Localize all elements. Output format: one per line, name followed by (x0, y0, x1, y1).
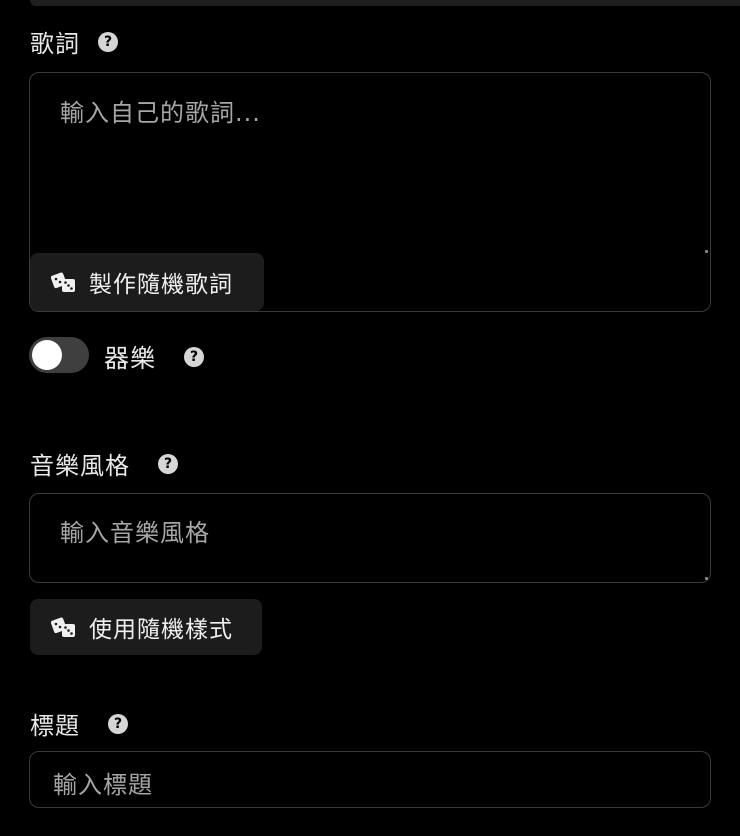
instrumental-label: 器樂 (104, 344, 157, 373)
resize-handle[interactable] (705, 250, 708, 253)
help-icon[interactable]: ? (108, 713, 128, 734)
title-label: 標題 (30, 712, 80, 740)
dice-icon (51, 617, 75, 637)
random-lyrics-label: 製作隨機歌詞 (89, 272, 233, 298)
lyrics-label: 歌詞 (30, 30, 80, 58)
help-icon[interactable]: ? (184, 347, 205, 367)
dice-icon (51, 272, 75, 292)
instrumental-label-row: 器樂 ? (104, 339, 205, 375)
title-placeholder: 輸入標題 (53, 771, 153, 799)
random-style-button[interactable]: 使用隨機樣式 (30, 599, 262, 655)
title-input[interactable]: 輸入標題 (29, 751, 711, 808)
toggle-knob (32, 340, 62, 370)
random-lyrics-button[interactable]: 製作隨機歌詞 (30, 253, 264, 311)
style-textarea[interactable]: 輸入音樂風格 (29, 493, 711, 583)
title-label-row: 標題 ? (30, 706, 128, 741)
instrumental-toggle[interactable] (29, 337, 89, 373)
help-icon[interactable]: ? (158, 453, 178, 474)
resize-handle[interactable] (705, 577, 708, 580)
style-placeholder: 輸入音樂風格 (60, 519, 210, 547)
style-label-row: 音樂風格 ? (30, 446, 178, 481)
top-divider (30, 0, 740, 6)
help-icon[interactable]: ? (98, 31, 118, 52)
style-label: 音樂風格 (30, 452, 130, 480)
lyrics-placeholder: 輸入自己的歌詞... (60, 99, 261, 127)
lyrics-label-row: 歌詞 ? (30, 24, 118, 59)
random-style-label: 使用隨機樣式 (89, 617, 233, 643)
